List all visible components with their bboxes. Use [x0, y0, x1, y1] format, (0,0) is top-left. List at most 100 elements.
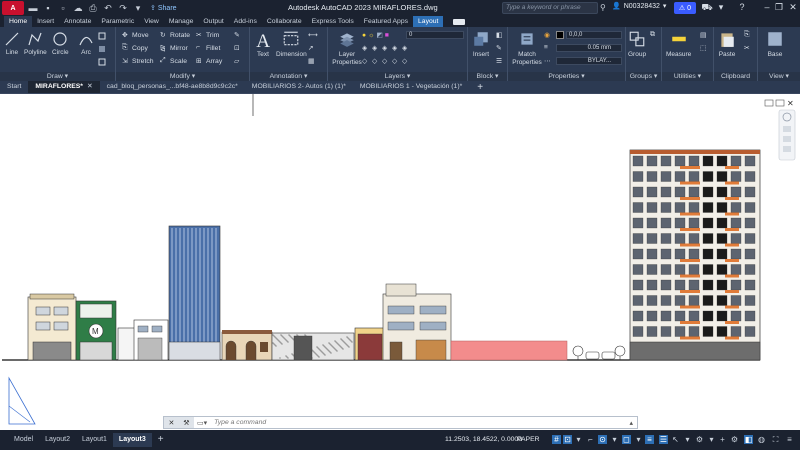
- polar-dropdown-icon[interactable]: ▾: [610, 435, 619, 444]
- tab-insert[interactable]: Insert: [32, 16, 59, 27]
- mirror-button[interactable]: ⧎ Mirror: [160, 43, 188, 53]
- lineweight-icon[interactable]: ≡: [544, 43, 552, 53]
- lineweight-toggle-icon[interactable]: ≡: [645, 435, 654, 444]
- stretch-button[interactable]: ⇲ Stretch: [122, 56, 154, 66]
- copy-button[interactable]: ⎘ Copy: [122, 43, 148, 53]
- file-tab-vegetacion[interactable]: MOBILIARIOS 1 - Vegetación (1)*: [353, 81, 469, 93]
- tab-layout[interactable]: Layout: [413, 16, 444, 27]
- view-panel-title[interactable]: View ▾: [758, 72, 800, 81]
- tab-manage[interactable]: Manage: [164, 16, 199, 27]
- share-button[interactable]: ⇪ Share: [150, 4, 177, 13]
- chevron-down-icon[interactable]: ▾: [714, 2, 728, 14]
- line-tool[interactable]: Line: [4, 31, 20, 56]
- file-tab-autos[interactable]: MOBILIARIOS 2- Autos (1) (1)*: [245, 81, 353, 93]
- leader-icon[interactable]: ⟷: [308, 30, 318, 40]
- add-tab-icon[interactable]: +: [469, 82, 491, 93]
- tab-add-ins[interactable]: Add-ins: [229, 16, 262, 27]
- move-button[interactable]: ✥ Move: [122, 30, 149, 40]
- dimension-tool[interactable]: Dimension: [276, 29, 307, 58]
- cart-icon[interactable]: ⛟: [700, 2, 714, 14]
- tab-view[interactable]: View: [139, 16, 164, 27]
- close-icon[interactable]: ✕: [786, 2, 800, 14]
- explode-icon[interactable]: ⊡: [234, 43, 242, 53]
- calculator-icon[interactable]: ▤: [700, 30, 708, 40]
- tab-express-tools[interactable]: Express Tools: [307, 16, 359, 27]
- linetype-icon[interactable]: ⋯: [544, 56, 552, 66]
- redo-icon[interactable]: ↷: [117, 2, 129, 14]
- restore-icon[interactable]: ❐: [772, 2, 786, 14]
- hatch-icon[interactable]: [98, 44, 106, 54]
- insert-tool[interactable]: Insert: [472, 29, 490, 58]
- clipboard-panel-title[interactable]: Clipboard: [714, 72, 757, 81]
- layout-tab-layout3[interactable]: Layout3: [112, 433, 152, 447]
- multileader-icon[interactable]: ↗: [308, 43, 316, 53]
- cut-icon[interactable]: ✂: [744, 43, 752, 53]
- modify-panel-title[interactable]: Modify ▾: [116, 72, 249, 81]
- text-tool[interactable]: A Text: [254, 29, 272, 58]
- annotation-scale-icon[interactable]: ⚙: [695, 435, 704, 444]
- layer-properties-tool[interactable]: Layer Properties: [330, 29, 364, 67]
- osnap-dropdown-icon[interactable]: ▾: [634, 435, 643, 444]
- chevron-up-icon[interactable]: ▴: [625, 419, 637, 427]
- annotation-dropdown-icon[interactable]: ▾: [707, 435, 716, 444]
- edit-block-icon[interactable]: ✎: [496, 43, 504, 53]
- circle-tool[interactable]: Circle: [52, 31, 69, 56]
- command-input[interactable]: [210, 417, 626, 428]
- color-wheel-icon[interactable]: ◉: [544, 30, 550, 40]
- measure-tool[interactable]: Measure: [666, 29, 691, 58]
- command-history-icon[interactable]: ▭▾: [194, 419, 210, 427]
- offset-icon[interactable]: ▱: [234, 56, 242, 66]
- viewport-controls[interactable]: ✕: [764, 99, 794, 108]
- ortho-icon[interactable]: ⌐: [586, 435, 595, 444]
- layer-tools-row1[interactable]: ◈ ◈ ◈ ◈ ◈: [362, 43, 410, 53]
- arc-tool[interactable]: Arc: [78, 31, 94, 56]
- coordinates-readout[interactable]: 11.2503, 18.4522, 0.0000: [445, 436, 522, 443]
- file-tab-miraflores[interactable]: MIRAFLORES* ✕: [28, 81, 100, 93]
- match-properties-tool[interactable]: Match Properties: [510, 29, 544, 67]
- tab-parametric[interactable]: Parametric: [96, 16, 139, 27]
- osnap-icon[interactable]: ◻: [622, 435, 631, 444]
- navigation-bar[interactable]: [778, 109, 796, 161]
- transparency-icon[interactable]: ☰: [659, 435, 668, 444]
- annotation-panel-title[interactable]: Annotation ▾: [250, 72, 327, 81]
- select-all-icon[interactable]: ⬚: [700, 43, 708, 53]
- rectangle-icon[interactable]: [98, 31, 106, 41]
- array-button[interactable]: ⊞ Array: [196, 56, 222, 66]
- snap-icon[interactable]: ⊡: [563, 435, 572, 444]
- save-icon[interactable]: ▪: [42, 2, 54, 14]
- drawing-canvas[interactable]: ✕ M: [0, 93, 800, 430]
- save-as-icon[interactable]: ▫: [57, 2, 69, 14]
- draw-panel-title[interactable]: Draw ▾: [0, 72, 115, 81]
- table-icon[interactable]: ▦: [308, 56, 316, 66]
- groups-panel-title[interactable]: Groups ▾: [626, 72, 661, 81]
- tab-annotate[interactable]: Annotate: [59, 16, 96, 27]
- close-icon[interactable]: ✕: [168, 419, 174, 427]
- hardware-acceleration-icon[interactable]: ◧: [744, 435, 753, 444]
- file-tab-cad-bloq[interactable]: cad_bloq_personas_...bf48-ae8b8d9c9c2c*: [100, 81, 245, 93]
- notification-badge[interactable]: ⚠ 0: [674, 2, 696, 14]
- search-input[interactable]: Type a keyword or phrase: [502, 2, 598, 14]
- rotate-button[interactable]: ↻ Rotate: [160, 30, 190, 40]
- paper-space-toggle[interactable]: PAPER: [517, 436, 540, 443]
- customization-icon[interactable]: ≡: [785, 435, 794, 444]
- fillet-button[interactable]: ⌐ Fillet: [196, 43, 220, 53]
- layer-tools-row2[interactable]: ◇ ◇ ◇ ◇ ◇: [362, 56, 410, 66]
- ribbon-options-icon[interactable]: [453, 18, 466, 25]
- workspace-icon[interactable]: ▾: [132, 2, 144, 14]
- open-folder-icon[interactable]: ▬: [27, 2, 39, 14]
- clean-screen-icon[interactable]: ⛶: [771, 435, 780, 444]
- plus-icon[interactable]: +: [718, 435, 727, 444]
- attribute-icon[interactable]: ☰: [496, 56, 504, 66]
- help-icon[interactable]: ?: [735, 2, 749, 14]
- cloud-icon[interactable]: ☁: [72, 2, 84, 14]
- close-tab-icon[interactable]: ✕: [87, 83, 93, 90]
- layout-tab-model[interactable]: Model: [8, 433, 39, 447]
- polar-icon[interactable]: ⊙: [598, 435, 607, 444]
- selection-dropdown-icon[interactable]: ▾: [683, 435, 692, 444]
- color-dropdown[interactable]: 0,0,0: [566, 31, 622, 39]
- linetype-dropdown[interactable]: BYLAY...: [556, 57, 622, 65]
- copy-clip-icon[interactable]: ⎘: [744, 30, 752, 40]
- polyline-tool[interactable]: Polyline: [24, 31, 47, 56]
- print-icon[interactable]: ⎙: [87, 2, 99, 14]
- current-layer-dropdown[interactable]: 0: [406, 31, 464, 39]
